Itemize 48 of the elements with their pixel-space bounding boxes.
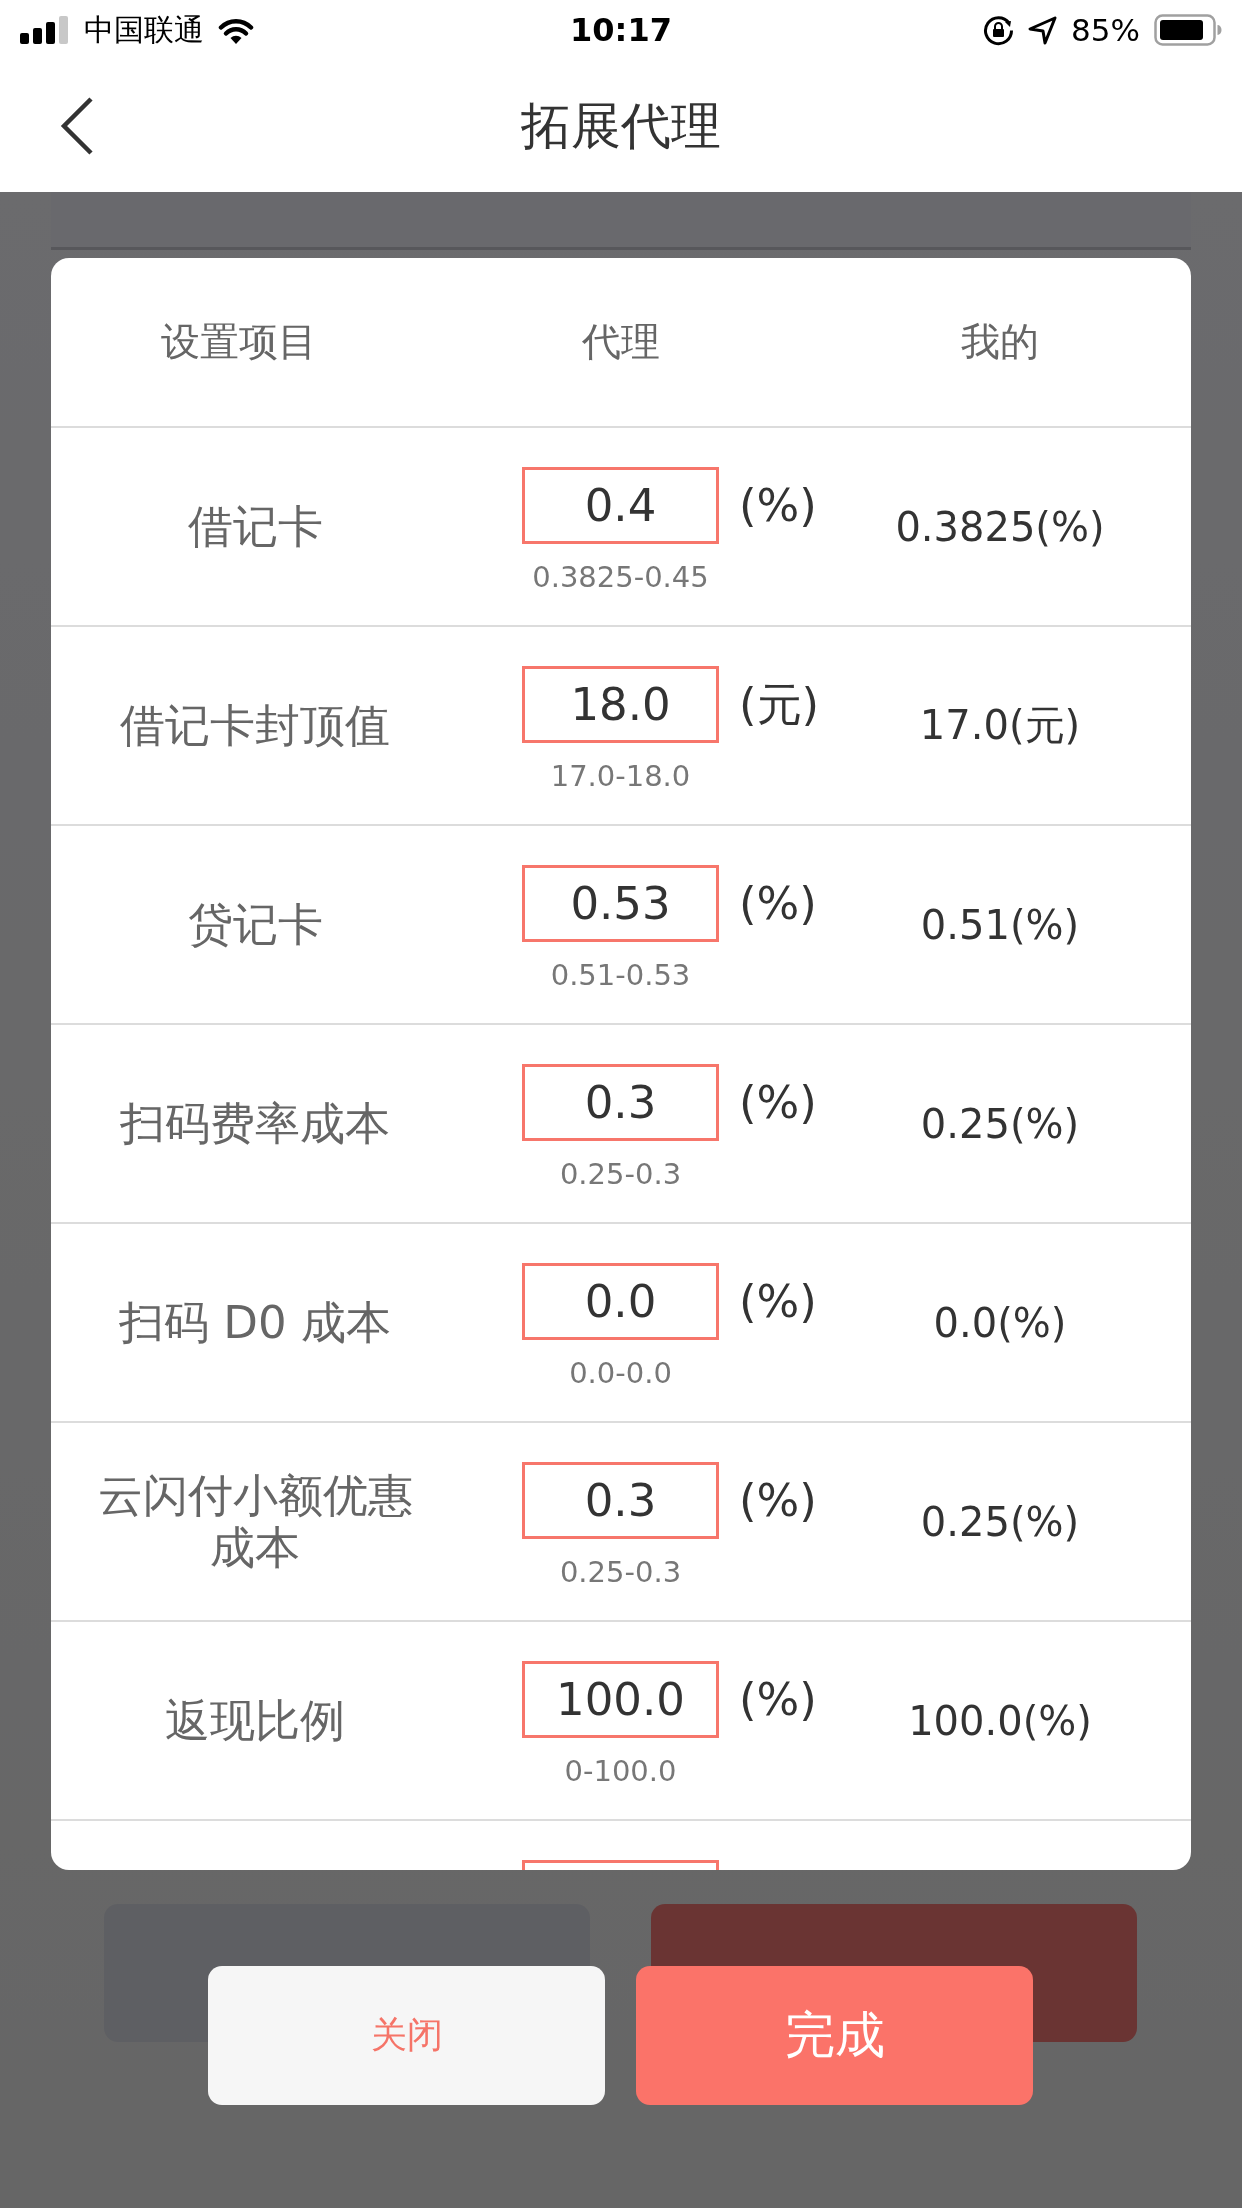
carrier-name: 中国联通 [84,10,204,49]
rotation-lock-icon [983,14,1015,46]
item-label: 云闪付小额优惠成本 [96,1469,414,1574]
range-hint: 0-100.0 [564,1754,677,1788]
unit-label: (%) [739,876,817,932]
my-value: 0.25(%) [920,1498,1080,1545]
my-value: 0.0(%) [933,1299,1067,1346]
unit-label: (%) [739,1075,817,1131]
range-hint: 0.25-0.3 [559,1157,682,1191]
input-field[interactable]: 0.53 [522,865,719,942]
my-value: 0.51(%) [920,901,1080,948]
location-arrow-icon [1028,15,1058,45]
range-hint: 0.25-0.3 [559,1555,682,1589]
input-field[interactable]: 0.0 [522,1263,719,1340]
signal-icon [20,16,70,44]
my-value: 17.0(元) [919,701,1081,750]
range-hint: 0.0-0.0 [569,1356,672,1390]
item-label: 返现比例 [165,1694,345,1747]
column-header: 代理 [582,318,660,366]
column-header: 我的 [961,318,1039,366]
item-label: 扫码 D0 成本 [119,1296,391,1349]
page-title: 拓展代理 [521,95,721,157]
my-value: 0.3825(%) [895,503,1105,550]
unit-label: (%) [739,1274,817,1330]
input-field[interactable]: 18.0 [522,666,719,743]
input-field[interactable]: 100.0 [522,1661,719,1738]
wifi-icon [218,16,254,44]
my-value: 0.25(%) [920,1100,1080,1147]
item-label: 扫码费率成本 [120,1097,390,1150]
my-value: 100.0(%) [908,1697,1092,1744]
input-field[interactable]: 0.4 [522,467,719,544]
input-field[interactable]: 0.3 [522,1064,719,1141]
status-time: 10:17 [570,11,672,49]
item-label: 贷记卡 [187,898,323,951]
unit-label: (元) [739,676,820,733]
battery-icon [1154,14,1222,46]
input-field[interactable]: 0.3 [522,1462,719,1539]
range-hint: 0.51-0.53 [550,958,691,992]
item-label: 借记卡 [187,500,323,553]
unit-label: (%) [739,478,817,534]
unit-label: (%) [739,1672,817,1728]
battery-percent: 85% [1071,12,1140,48]
column-header: 设置项目 [161,318,317,366]
item-label: 借记卡封顶值 [120,699,390,752]
back-icon[interactable] [60,97,94,155]
range-hint: 17.0-18.0 [550,759,691,793]
range-hint: 0.3825-0.45 [532,560,709,594]
unit-label: (%) [739,1473,817,1529]
